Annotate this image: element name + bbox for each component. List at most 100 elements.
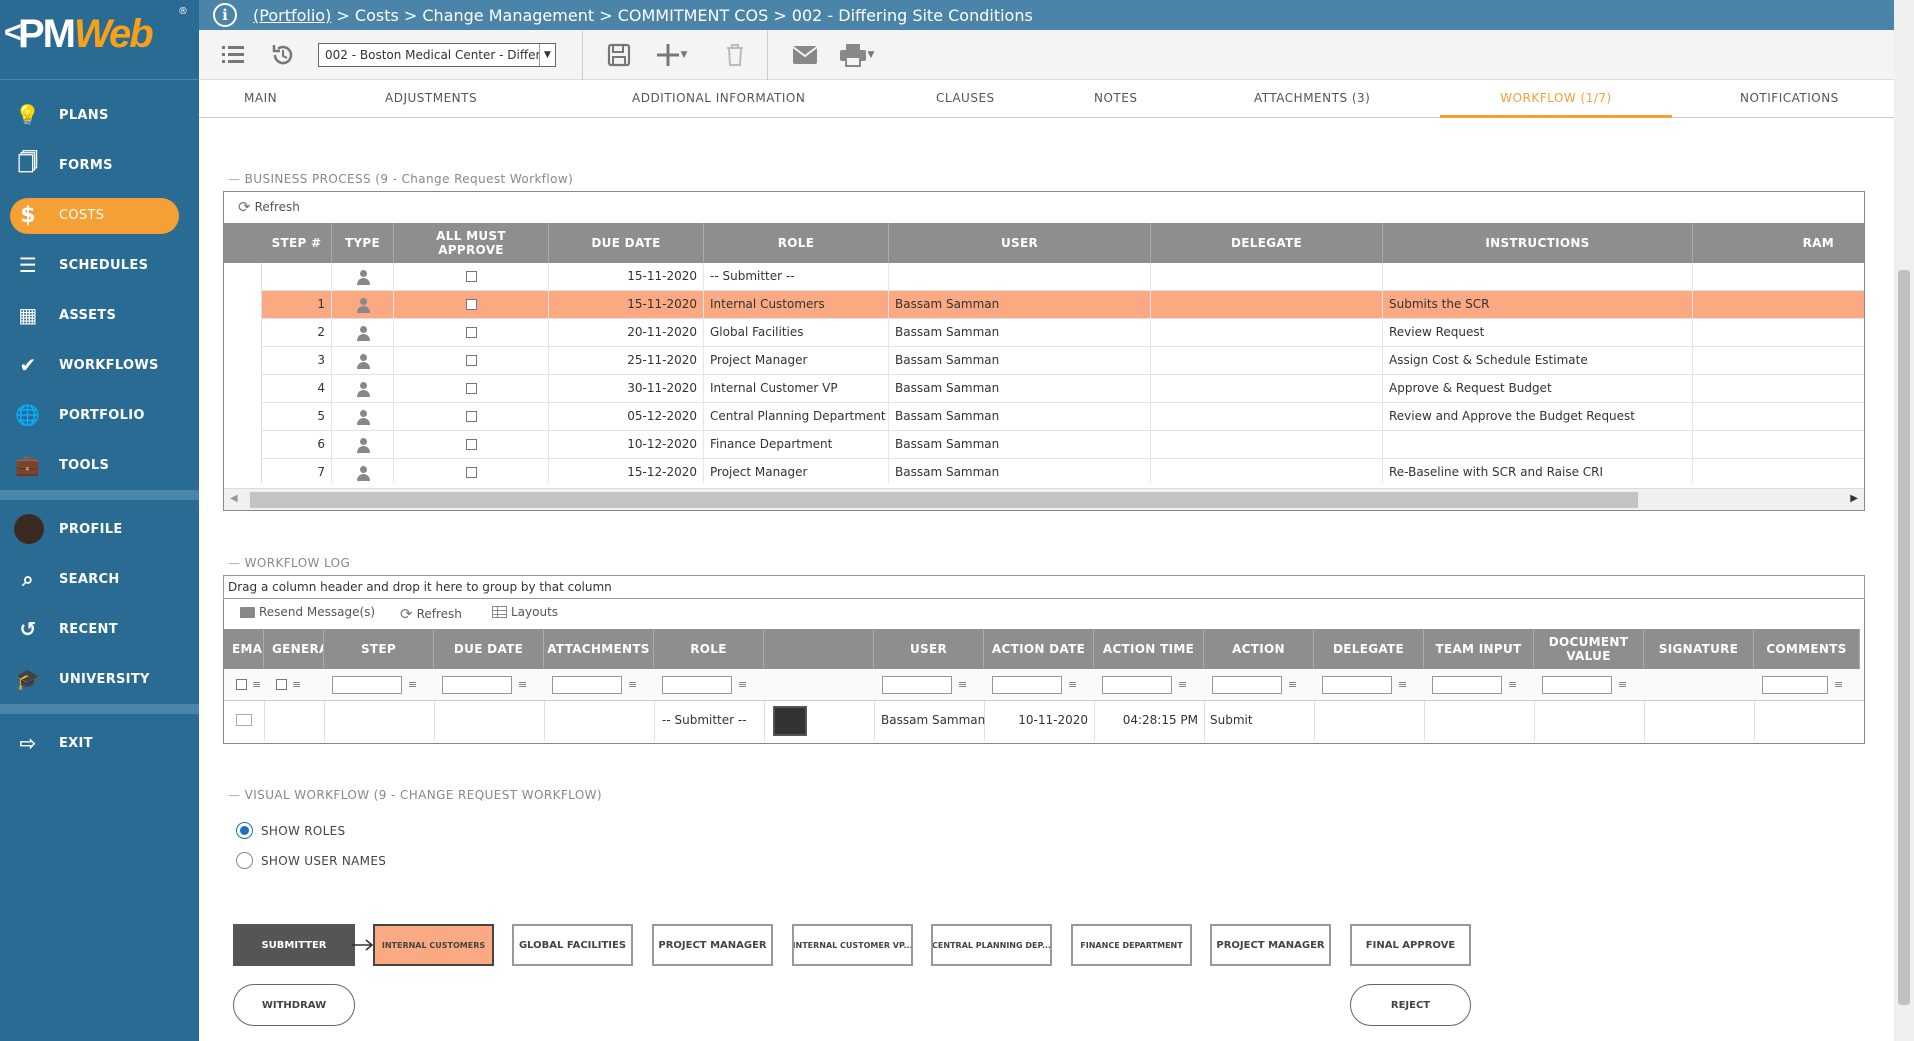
all-must-approve-checkbox[interactable]	[465, 299, 477, 310]
column-header[interactable]: ROLE	[704, 223, 889, 263]
column-header[interactable]: STEP	[324, 629, 434, 669]
filter-icon[interactable]: ≡	[1068, 678, 1082, 691]
sidebar-item-costs[interactable]: $ COSTS	[0, 190, 199, 240]
column-filter-input[interactable]	[1432, 676, 1502, 694]
table-row[interactable]: -- Submitter -- Bassam Samman 10-11-2020 04…	[224, 701, 1864, 741]
show-user-names-radio[interactable]: SHOW USER NAMES	[236, 852, 386, 869]
column-filter-input[interactable]	[882, 676, 952, 694]
workflow-node-submitter[interactable]: SUBMITTER	[233, 924, 355, 966]
column-filter-input[interactable]	[1322, 676, 1392, 694]
tab-clauses[interactable]: CLAUSES	[936, 80, 995, 118]
column-header[interactable]: ATTACHMENTS	[544, 629, 654, 669]
filter-icon[interactable]: ≡	[1508, 678, 1522, 691]
column-header[interactable]: SIGNATURE	[1644, 629, 1754, 669]
page-scrollbar[interactable]	[1894, 0, 1914, 1041]
column-header[interactable]: RAM	[1693, 223, 1864, 263]
table-row[interactable]: 4 30-11-2020 Internal Customer VP Bassam Sa…	[262, 375, 1864, 403]
table-row[interactable]: 6 10-12-2020 Finance Department Bassam Samm…	[262, 431, 1864, 459]
tab-additional-information[interactable]: ADDITIONAL INFORMATION	[632, 80, 805, 118]
column-filter-input[interactable]	[552, 676, 622, 694]
tab-attachments-3[interactable]: ATTACHMENTS (3)	[1254, 80, 1370, 118]
workflow-node-internal-customer-vp[interactable]: INTERNAL CUSTOMER VP...	[792, 924, 913, 966]
filter-icon[interactable]: ≡	[958, 678, 972, 691]
column-filter-input[interactable]	[1542, 676, 1612, 694]
workflow-node-internal-customers[interactable]: INTERNAL CUSTOMERS	[373, 924, 494, 966]
table-row[interactable]: 1 15-11-2020 Internal Customers Bassam Samm…	[262, 291, 1864, 319]
pmweb-logo[interactable]: < PMWeb ®	[0, 0, 199, 80]
all-must-approve-checkbox[interactable]	[465, 411, 477, 422]
add-dropdown-icon[interactable]: ▼	[678, 42, 690, 68]
column-header[interactable]: STEP #	[262, 223, 332, 263]
column-header[interactable]: GENERATE	[264, 629, 324, 669]
print-dropdown-icon[interactable]: ▼	[865, 42, 877, 68]
column-filter-input[interactable]	[1762, 676, 1828, 694]
workflow-node-project-manager[interactable]: PROJECT MANAGER	[652, 924, 773, 966]
filter-icon[interactable]: ≡	[1618, 678, 1632, 691]
scroll-right-icon[interactable]: ▶	[1850, 493, 1858, 504]
workflow-node-project-manager[interactable]: PROJECT MANAGER	[1210, 924, 1331, 966]
all-must-approve-checkbox[interactable]	[465, 467, 477, 478]
filter-icon[interactable]: ≡	[1834, 678, 1848, 691]
table-row[interactable]: 7 15-12-2020 Project Manager Bassam Samman R…	[262, 459, 1864, 483]
column-header[interactable]: ACTION DATE	[984, 629, 1094, 669]
resend-messages-button[interactable]: Resend Message(s)	[240, 605, 375, 619]
table-row[interactable]: 5 05-12-2020 Central Planning Department Ba…	[262, 403, 1864, 431]
mail-icon[interactable]	[236, 714, 252, 726]
log-refresh-button[interactable]: ⟳ Refresh	[400, 605, 462, 623]
column-filter-input[interactable]	[1102, 676, 1172, 694]
column-header[interactable]: DUE DATE	[434, 629, 544, 669]
trash-icon[interactable]	[721, 42, 749, 68]
column-header[interactable]: ALL MUST APPROVE	[394, 223, 549, 263]
all-must-approve-checkbox[interactable]	[465, 383, 477, 394]
tab-workflow-1-7[interactable]: WORKFLOW (1/7)	[1440, 80, 1672, 118]
column-header[interactable]: ACTION TIME	[1094, 629, 1204, 669]
workflow-node-central-planning-dep[interactable]: CENTRAL PLANNING DEP...	[931, 924, 1052, 966]
column-header[interactable]	[764, 629, 874, 669]
info-icon[interactable]: i	[213, 3, 237, 27]
all-must-approve-checkbox[interactable]	[465, 439, 477, 450]
chevron-down-icon[interactable]: ▼	[539, 44, 555, 66]
tab-notifications[interactable]: NOTIFICATIONS	[1740, 80, 1839, 118]
sidebar-item-tools[interactable]: 💼 TOOLS	[0, 440, 199, 490]
column-header[interactable]: ROLE	[654, 629, 764, 669]
all-must-approve-checkbox[interactable]	[465, 271, 477, 282]
tab-notes[interactable]: NOTES	[1094, 80, 1137, 118]
sidebar-item-forms[interactable]: 🗍 FORMS	[0, 140, 199, 190]
group-by-drop-zone[interactable]: Drag a column header and drop it here to…	[223, 575, 1865, 599]
history-icon[interactable]	[269, 42, 297, 68]
column-header[interactable]: TYPE	[332, 223, 394, 263]
column-header[interactable]: INSTRUCTIONS	[1383, 223, 1693, 263]
filter-icon[interactable]: ≡	[738, 678, 752, 691]
sidebar-item-assets[interactable]: ▦ ASSETS	[0, 290, 199, 340]
column-header[interactable]: USER	[874, 629, 984, 669]
all-must-approve-checkbox[interactable]	[465, 355, 477, 366]
column-header[interactable]: ACTION	[1204, 629, 1314, 669]
filter-icon[interactable]: ≡	[1398, 678, 1412, 691]
radio-selected-icon[interactable]	[236, 822, 253, 839]
sidebar-item-workflows[interactable]: ✔ WORKFLOWS	[0, 340, 199, 390]
refresh-button[interactable]: ⟳ Refresh	[238, 198, 300, 216]
workflow-node-final-approve[interactable]: FINAL APPROVE	[1350, 924, 1471, 966]
sidebar-item-schedules[interactable]: ☰ SCHEDULES	[0, 240, 199, 290]
print-icon[interactable]	[839, 42, 867, 68]
filter-icon[interactable]: ≡	[518, 678, 532, 691]
sidebar-item-university[interactable]: 🎓 UNIVERSITY	[0, 654, 199, 704]
workflow-node-finance-department[interactable]: FINANCE DEPARTMENT	[1071, 924, 1192, 966]
filter-icon[interactable]: ≡	[1288, 678, 1302, 691]
select-all-checkbox[interactable]	[236, 679, 247, 690]
scroll-left-icon[interactable]: ◀	[230, 493, 238, 504]
sidebar-item-profile[interactable]: ● PROFILE	[0, 504, 199, 554]
radio-unselected-icon[interactable]	[236, 852, 253, 869]
tab-adjustments[interactable]: ADJUSTMENTS	[385, 80, 477, 118]
column-header[interactable]: DOCUMENT VALUE	[1534, 629, 1644, 669]
workflow-node-global-facilities[interactable]: GLOBAL FACILITIES	[512, 924, 633, 966]
sidebar-item-portfolio[interactable]: 🌐 PORTFOLIO	[0, 390, 199, 440]
column-header[interactable]: USER	[889, 223, 1151, 263]
layouts-button[interactable]: Layouts	[492, 605, 558, 619]
table-row[interactable]: 2 20-11-2020 Global Facilities Bassam Samma…	[262, 319, 1864, 347]
horizontal-scrollbar[interactable]: ◀ ▶	[224, 488, 1864, 510]
sidebar-item-recent[interactable]: ↺ RECENT	[0, 604, 199, 654]
column-header[interactable]: DELEGATE	[1314, 629, 1424, 669]
save-icon[interactable]	[605, 42, 633, 68]
mail-icon[interactable]	[791, 42, 819, 68]
